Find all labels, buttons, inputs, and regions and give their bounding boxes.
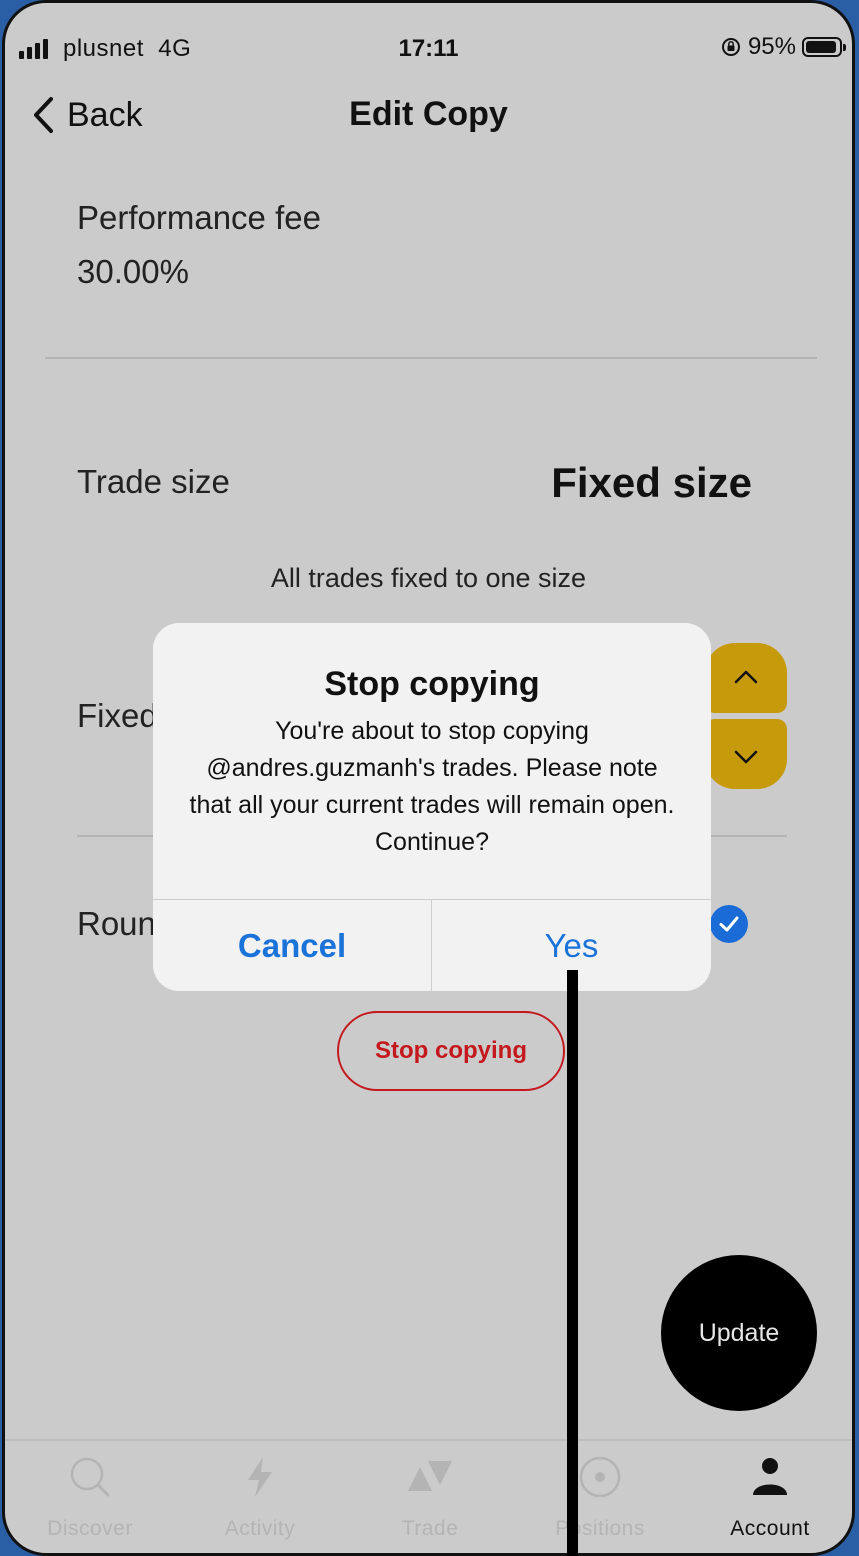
chevron-left-icon: [34, 97, 53, 133]
chevron-down-icon: [734, 750, 758, 764]
performance-fee-label: Performance fee: [77, 199, 321, 236]
increase-button[interactable]: [705, 643, 787, 713]
update-button[interactable]: Update: [661, 1255, 817, 1411]
back-button[interactable]: Back: [31, 95, 143, 135]
chevron-up-icon: [734, 670, 758, 684]
tab-label: Discover: [47, 1517, 133, 1540]
trade-size-label: Trade size: [77, 463, 230, 500]
fixed-amount-label: Fixed: [77, 697, 158, 734]
person-icon: [753, 1458, 787, 1495]
tab-activity[interactable]: Activity: [175, 1441, 345, 1553]
round-label: Roun: [77, 905, 156, 942]
annotation-pointer-line: [567, 970, 578, 1556]
dialog-cancel-button[interactable]: Cancel: [153, 900, 431, 991]
rotation-lock-icon: [721, 38, 740, 56]
trade-icon: [408, 1461, 452, 1491]
stop-copying-button[interactable]: Stop copying: [337, 1011, 565, 1091]
decrease-button[interactable]: [705, 719, 787, 789]
tab-label: Trade: [401, 1517, 459, 1540]
performance-fee-section: Performance fee 30.00%: [77, 191, 321, 299]
phone-background: plusnet 4G 17:11 95% Back Edit Copy Perf…: [0, 0, 859, 1556]
divider: [45, 357, 817, 359]
trade-size-description: All trades fixed to one size: [270, 563, 587, 593]
tab-positions[interactable]: Positions: [515, 1441, 685, 1553]
app-screen: plusnet 4G 17:11 95% Back Edit Copy Perf…: [2, 0, 855, 1556]
tab-account[interactable]: Account: [685, 1441, 852, 1553]
tab-label: Positions: [555, 1517, 645, 1540]
round-checkbox[interactable]: [710, 905, 748, 943]
checkmark-icon: [719, 916, 739, 932]
battery-icon: [802, 37, 846, 57]
navigation-bar: Back Edit Copy: [5, 87, 852, 147]
lightning-icon: [248, 1457, 272, 1497]
battery-area: 95%: [720, 33, 846, 61]
stop-copying-dialog: Stop copying You're about to stop copyin…: [153, 623, 711, 991]
tab-label: Account: [730, 1517, 810, 1540]
status-bar: plusnet 4G 17:11 95%: [5, 3, 852, 93]
tab-discover[interactable]: Discover: [5, 1441, 175, 1553]
trade-size-value[interactable]: Fixed size: [551, 459, 752, 507]
performance-fee-value: 30.00%: [77, 253, 189, 290]
tab-trade[interactable]: Trade: [345, 1441, 515, 1553]
dialog-message: You're about to stop copying @andres.guz…: [189, 717, 675, 856]
positions-icon: [579, 1456, 621, 1498]
tab-label: Activity: [224, 1517, 296, 1540]
tab-bar: Discover Activity Trade Positions Accoun…: [5, 1439, 852, 1553]
battery-percent: 95%: [747, 33, 796, 60]
dialog-title: Stop copying: [324, 665, 540, 703]
back-label: Back: [67, 95, 143, 134]
search-icon: [70, 1457, 110, 1497]
